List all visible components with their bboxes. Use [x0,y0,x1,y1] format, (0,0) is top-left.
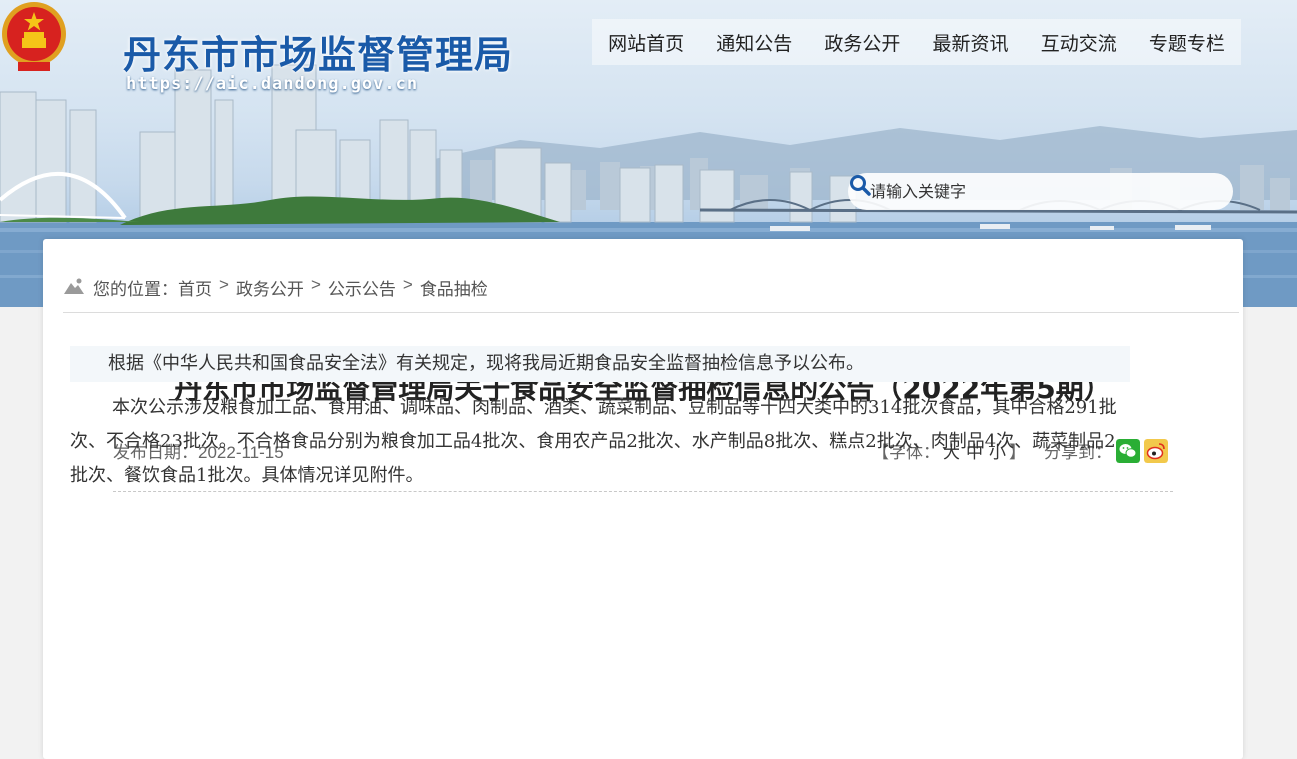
breadcrumb-food-sampling[interactable]: 食品抽检 [420,275,488,300]
search-icon[interactable] [848,173,872,197]
site-url: https://aic.dandong.gov.cn [126,74,419,94]
article-paragraph: 根据《中华人民共和国食品安全法》有关规定，现将我局近期食品安全监督抽检信息予以公… [70,346,1130,382]
nav-home[interactable]: 网站首页 [602,29,690,56]
weibo-icon[interactable] [1144,438,1168,463]
breadcrumb-home[interactable]: 首页 [178,275,212,300]
nav-government-affairs[interactable]: 政务公开 [818,29,906,56]
search-input[interactable] [868,181,1182,202]
article-body: 根据《中华人民共和国食品安全法》有关规定，现将我局近期食品安全监督抽检信息予以公… [70,346,1130,493]
nav-special-topics[interactable]: 专题专栏 [1143,29,1231,56]
breadcrumb: 您的位置： 首页 > 政务公开 > 公示公告 > 食品抽检 [63,275,1239,313]
nav-interaction[interactable]: 互动交流 [1035,29,1123,56]
breadcrumb-separator: > [402,275,413,294]
site-title: 丹东市市场监督管理局 [123,33,514,77]
national-emblem-icon [2,2,66,71]
breadcrumb-public-notices[interactable]: 公示公告 [328,275,396,300]
breadcrumb-prefix: 您的位置： [93,280,178,299]
location-mountain-icon [64,278,84,294]
breadcrumb-government-affairs[interactable]: 政务公开 [236,275,304,300]
breadcrumb-separator: > [310,275,321,294]
nav-latest-news[interactable]: 最新资讯 [927,29,1015,56]
nav-notices[interactable]: 通知公告 [710,29,798,56]
search-box [848,173,1233,210]
breadcrumb-separator: > [219,275,229,294]
article-paragraph: 本次公示涉及粮食加工品、食用油、调味品、肉制品、酒类、蔬菜制品、豆制品等十四大类… [70,397,1117,486]
article-card: 您的位置： 首页 > 政务公开 > 公示公告 > 食品抽检 丹东市市场监督管理局… [43,239,1243,759]
main-nav: 网站首页 通知公告 政务公开 最新资讯 互动交流 专题专栏 [592,19,1241,65]
